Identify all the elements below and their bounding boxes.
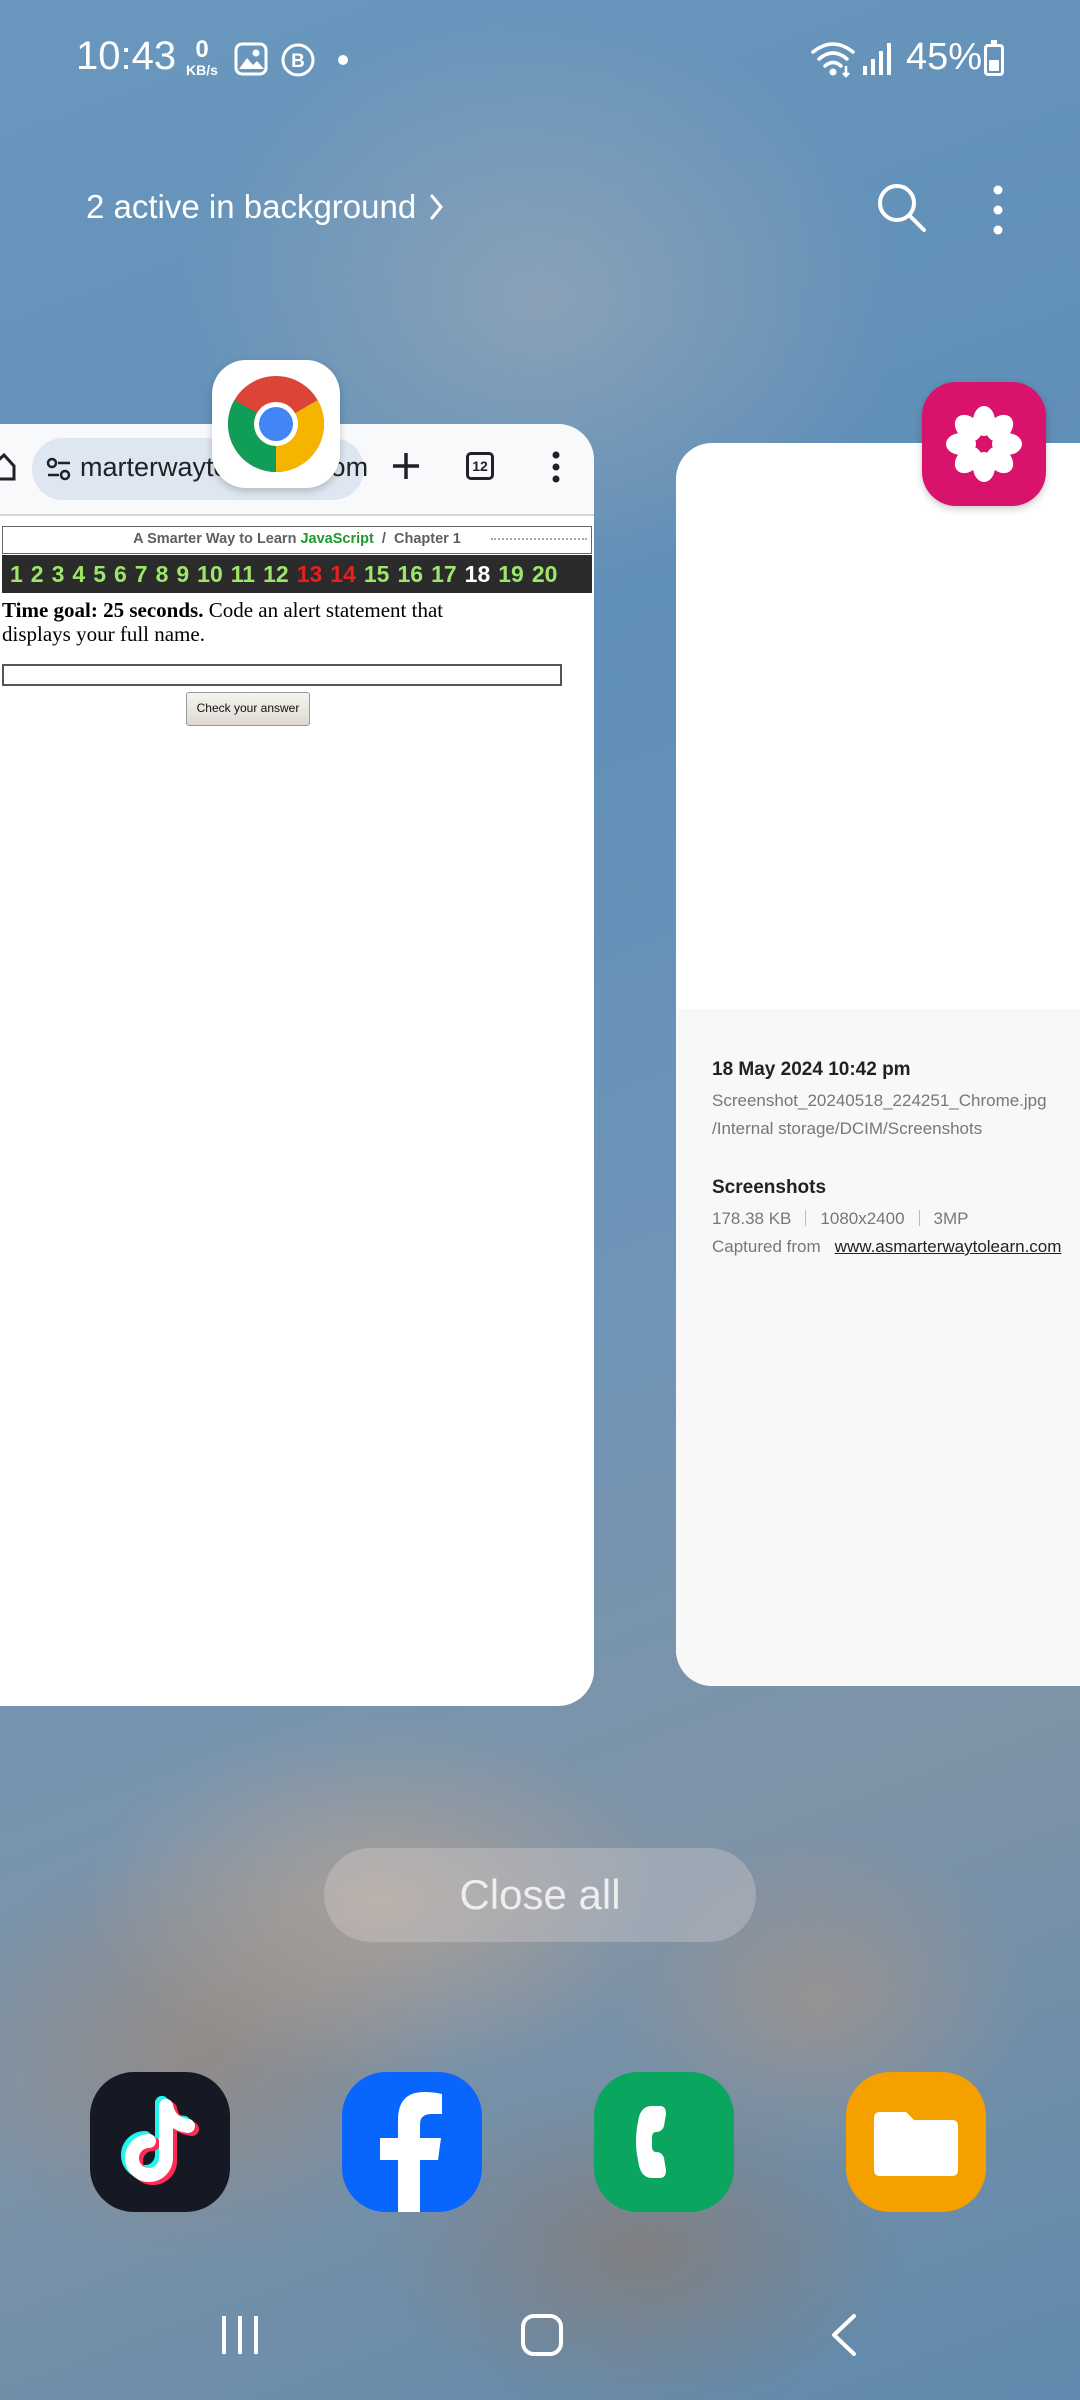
my-files-app-icon[interactable] [846, 2072, 986, 2212]
exercise-number[interactable]: 12 [263, 561, 289, 588]
image-captured-from: Captured from www.asmarterwaytolearn.com [712, 1237, 1061, 1257]
svg-text:B: B [291, 51, 305, 72]
wifi-icon [810, 40, 856, 83]
chrome-menu-icon[interactable] [548, 450, 564, 489]
recent-apps-icon[interactable] [220, 2312, 260, 2363]
network-speed-unit: KB/s [186, 62, 218, 78]
battery-icon [984, 40, 1004, 76]
exercise-number[interactable]: 5 [93, 561, 106, 588]
gallery-recent-card[interactable]: 18 May 2024 10:42 pm Screenshot_20240518… [676, 443, 1080, 1686]
book-chapter: Chapter 1 [393, 531, 461, 547]
chrome-app-icon[interactable] [212, 360, 340, 488]
book-title-separator: / [381, 531, 386, 547]
image-path: /Internal storage/DCIM/Screenshots [712, 1119, 983, 1138]
gallery-app-icon[interactable] [922, 382, 1046, 506]
exercise-number[interactable]: 3 [52, 561, 65, 588]
site-settings-icon[interactable] [46, 456, 72, 487]
image-file-name: Screenshot_20240518_224251_Chrome.jpg [712, 1091, 1047, 1110]
exercise-number[interactable]: 8 [156, 561, 169, 588]
chrome-recent-card[interactable]: marterwayto om 12 A Smarter Way to Learn … [0, 424, 594, 1706]
exercise-number[interactable]: 13 [297, 561, 323, 588]
exercise-number[interactable]: 16 [397, 561, 423, 588]
battery-percent: 45% [906, 36, 983, 78]
more-options-icon[interactable] [980, 182, 1016, 238]
chevron-right-icon[interactable] [428, 190, 446, 229]
signal-icon [862, 40, 892, 81]
status-bar: 10:43 0 KB/s B 45% [0, 0, 1080, 120]
close-all-button[interactable]: Close all [324, 1848, 756, 1942]
image-details-panel: 18 May 2024 10:42 pm Screenshot_20240518… [676, 1009, 1080, 1686]
book-title: A Smarter Way to Learn [133, 531, 297, 547]
exercise-number[interactable]: 4 [72, 561, 85, 588]
time-goal: Time goal: 25 seconds. [2, 598, 204, 622]
exercise-number[interactable]: 1 [10, 561, 23, 588]
tiktok-app-icon[interactable] [90, 2072, 230, 2212]
check-answer-button[interactable]: Check your answer [186, 692, 310, 726]
exercise-number[interactable]: 6 [114, 561, 127, 588]
new-tab-icon[interactable] [390, 450, 422, 487]
captured-from-label: Captured from [712, 1237, 821, 1256]
facebook-app-icon[interactable] [342, 2072, 482, 2212]
exercise-number[interactable]: 2 [31, 561, 44, 588]
exercise-number[interactable]: 17 [431, 561, 457, 588]
exercise-number[interactable]: 20 [532, 561, 558, 588]
image-notification-icon [234, 42, 268, 81]
clock: 10:43 [76, 34, 177, 78]
captured-from-link[interactable]: www.asmarterwaytolearn.com [835, 1237, 1062, 1256]
home-button-icon[interactable] [520, 2312, 564, 2363]
exercise-text: Time goal: 25 seconds. Code an alert sta… [2, 598, 502, 646]
image-album: Screenshots [712, 1177, 827, 1198]
exercise-number[interactable]: 15 [364, 561, 390, 588]
exercise-number[interactable]: 9 [176, 561, 189, 588]
dot-icon [338, 55, 348, 65]
exercise-number[interactable]: 14 [330, 561, 356, 588]
book-title-bar: A Smarter Way to Learn JavaScript / Chap… [2, 526, 592, 554]
exercise-number[interactable]: 10 [197, 561, 223, 588]
back-icon[interactable] [828, 2312, 860, 2363]
tab-switcher-icon[interactable]: 12 [466, 452, 494, 480]
b-notification-icon: B [280, 42, 316, 83]
image-date: 18 May 2024 10:42 pm [712, 1059, 911, 1080]
answer-input[interactable] [2, 664, 562, 686]
network-speed-value: 0 [195, 36, 209, 63]
home-icon[interactable] [0, 452, 16, 487]
image-megapixels: 3MP [933, 1209, 969, 1228]
search-icon[interactable] [874, 180, 930, 236]
network-speed: 0 KB/s [180, 36, 224, 79]
exercise-number-bar: 1 2 3 4 5 6 7 8 9 10 11 12 13 14 15 16 17 18 19 20 [2, 555, 592, 593]
phone-app-icon[interactable] [594, 2072, 734, 2212]
image-size: 178.38 KB [712, 1209, 792, 1228]
image-meta: 178.38 KB 1080x2400 3MP [712, 1209, 969, 1229]
exercise-number[interactable]: 19 [498, 561, 524, 588]
exercise-number[interactable]: 11 [231, 561, 255, 588]
image-resolution: 1080x2400 [820, 1209, 905, 1228]
active-in-background-link[interactable]: 2 active in background [86, 188, 416, 226]
toolbar-divider [0, 514, 594, 516]
dotted-divider [491, 538, 587, 540]
book-title-js: JavaScript [300, 531, 374, 547]
exercise-number[interactable]: 7 [135, 561, 148, 588]
exercise-number[interactable]: 18 [465, 561, 491, 588]
